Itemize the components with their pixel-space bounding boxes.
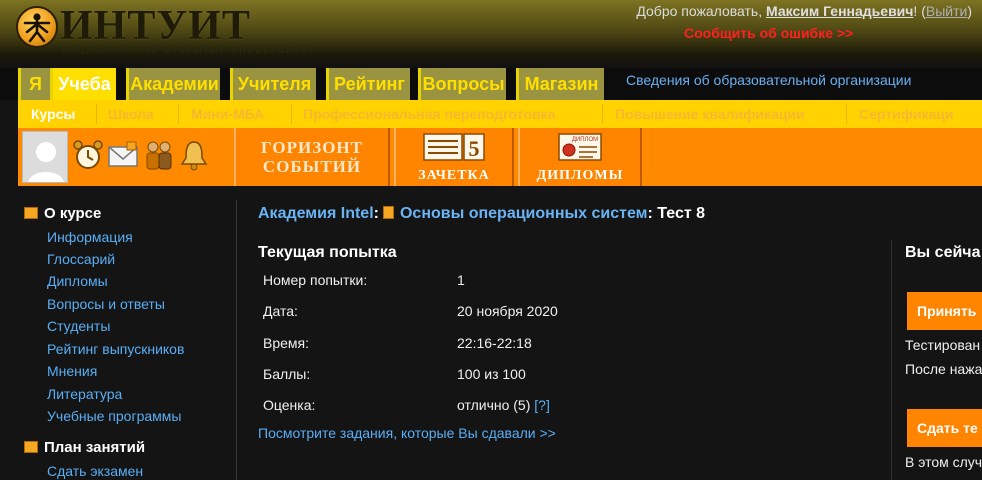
breadcrumb-separator: : <box>373 205 379 222</box>
attempt-grade-label: Оценка: <box>263 397 316 413</box>
submit-test-button[interactable]: Сдать те <box>907 409 982 447</box>
tab-questions[interactable]: Вопросы <box>418 68 506 100</box>
sidebar-item-literature[interactable]: Литература <box>47 386 122 402</box>
subtab-certification[interactable]: Сертификаци <box>859 100 954 128</box>
attempt-date-label: Дата: <box>263 303 298 319</box>
breadcrumb-course-link[interactable]: Основы операционных систем <box>400 205 648 222</box>
book-icon <box>24 207 38 219</box>
avatar[interactable] <box>22 131 68 183</box>
record-book-button[interactable]: 5 ЗАЧЕТКА <box>394 128 514 186</box>
breadcrumb-test: Тест 8 <box>657 205 706 222</box>
sidebar-item-qa[interactable]: Вопросы и ответы <box>47 296 165 312</box>
subtab-divider <box>178 104 179 124</box>
sidebar-section-about-label: О курсе <box>44 205 102 222</box>
user-silhouette-icon <box>23 132 67 182</box>
welcome-prefix: Добро пожаловать, <box>636 3 763 19</box>
tab-teachers[interactable]: Учителя <box>230 68 316 100</box>
subtab-courses[interactable]: Курсы <box>31 100 75 128</box>
diploma-stamp-text: ДИПЛОМ <box>572 137 598 143</box>
attempt-score-value: 100 из 100 <box>457 366 526 382</box>
tab-academies[interactable]: Академии <box>126 68 220 100</box>
sidebar-item-students[interactable]: Студенты <box>47 318 110 334</box>
logout-link[interactable]: Выйти <box>926 3 967 19</box>
logo-subtitle: НАЦИОНАЛЬНЫЙ ОТКРЫТЫЙ УНИВЕРСИТЕТ <box>62 45 317 55</box>
sidebar-section-plan[interactable]: План занятий <box>24 439 145 456</box>
subtab-divider <box>96 104 97 124</box>
diploma-icon: ДИПЛОМ <box>558 133 602 161</box>
right-panel-heading: Вы сейча <box>905 244 981 261</box>
subtab-divider <box>291 104 292 124</box>
alarm-clock-icon[interactable] <box>72 138 104 172</box>
attempt-time-value: 22:16-22:18 <box>457 335 532 351</box>
tab-study[interactable]: Учеба <box>50 68 116 100</box>
logo-icon[interactable] <box>16 6 58 48</box>
sidebar-item-opinions[interactable]: Мнения <box>47 363 97 379</box>
attempt-number-label: Номер попытки: <box>263 272 368 288</box>
subtab-divider <box>602 104 603 124</box>
attempt-number-value: 1 <box>457 272 465 288</box>
accept-button[interactable]: Принять <box>907 292 982 330</box>
subtab-divider <box>846 104 847 124</box>
attempt-time-label: Время: <box>263 335 310 351</box>
attempt-score-label: Баллы: <box>263 366 311 382</box>
current-attempt-title: Текущая попытка <box>258 244 397 261</box>
grade-five: 5 <box>469 136 480 161</box>
sidebar-item-diplomas[interactable]: Дипломы <box>47 273 108 289</box>
right-panel-text-3: В этом случ <box>905 454 982 470</box>
subtab-mini-mba[interactable]: Мини-МБА <box>191 100 264 128</box>
people-icon[interactable] <box>143 138 175 172</box>
events-horizon-button[interactable]: ГОРИЗОНТ СОБЫТИЙ <box>234 128 390 186</box>
envelope-icon[interactable] <box>107 138 139 172</box>
welcome-end: ) <box>967 3 972 19</box>
subtab-school[interactable]: Школа <box>108 100 154 128</box>
org-info-link[interactable]: Сведения об образовательной организации <box>626 72 911 88</box>
subtab-qualification[interactable]: Повышение квалификации <box>615 100 805 128</box>
horizon-line2: СОБЫТИЙ <box>262 157 362 176</box>
sidebar-item-info[interactable]: Информация <box>47 229 133 245</box>
logo-title[interactable]: ИНТУИТ <box>60 4 251 48</box>
content-divider <box>891 240 892 480</box>
grade-text: отлично (5) <box>457 397 531 413</box>
sidebar-divider <box>236 200 237 480</box>
user-name-link[interactable]: Максим Геннадьевич <box>766 3 913 19</box>
book-icon <box>24 441 38 453</box>
tab-shop[interactable]: Магазин <box>516 68 604 100</box>
view-tasks-link[interactable]: Посмотрите задания, которые Вы сдавали >… <box>258 425 556 441</box>
tab-me[interactable]: Я <box>18 68 50 100</box>
bell-icon[interactable] <box>178 138 210 172</box>
sidebar-item-take-exam[interactable]: Сдать экзамен <box>47 463 143 479</box>
attempt-date-value: 20 ноября 2020 <box>457 303 558 319</box>
sidebar-section-about[interactable]: О курсе <box>24 205 101 222</box>
subtab-retraining[interactable]: Профессиональная переподготовка <box>303 100 555 128</box>
diplomas-button[interactable]: ДИПЛОМ ДИПЛОМЫ <box>518 128 642 186</box>
breadcrumb-academy-link[interactable]: Академия Intel <box>258 205 374 222</box>
breadcrumb: Академия Intel: Основы операционных систе… <box>258 205 705 223</box>
grade-help-link[interactable]: [?] <box>534 397 550 413</box>
welcome-mid: ! ( <box>913 3 926 19</box>
sidebar-item-graduate-rating[interactable]: Рейтинг выпускников <box>47 341 184 357</box>
grade-book-icon: 5 <box>423 133 485 161</box>
attempt-grade-value: отлично (5) [?] <box>457 397 550 413</box>
sidebar-item-programs[interactable]: Учебные программы <box>47 408 181 424</box>
horizon-line1: ГОРИЗОНТ <box>261 138 363 157</box>
diplomas-label: ДИПЛОМЫ <box>536 168 624 183</box>
right-panel-text-2: После нажа <box>905 361 982 377</box>
book-icon <box>382 206 394 219</box>
tab-rating[interactable]: Рейтинг <box>326 68 410 100</box>
right-panel-text-1: Тестирован <box>905 337 981 353</box>
sidebar-item-glossary[interactable]: Глоссарий <box>47 251 115 267</box>
welcome-text: Добро пожаловать, Максим Геннадьевич! (В… <box>636 3 972 19</box>
record-book-label: ЗАЧЕТКА <box>418 168 490 183</box>
breadcrumb-separator: : <box>647 205 653 222</box>
vitruvian-man-icon <box>23 13 51 43</box>
sidebar-section-plan-label: План занятий <box>44 439 146 456</box>
report-error-link[interactable]: Сообщить об ошибке >> <box>684 25 853 41</box>
